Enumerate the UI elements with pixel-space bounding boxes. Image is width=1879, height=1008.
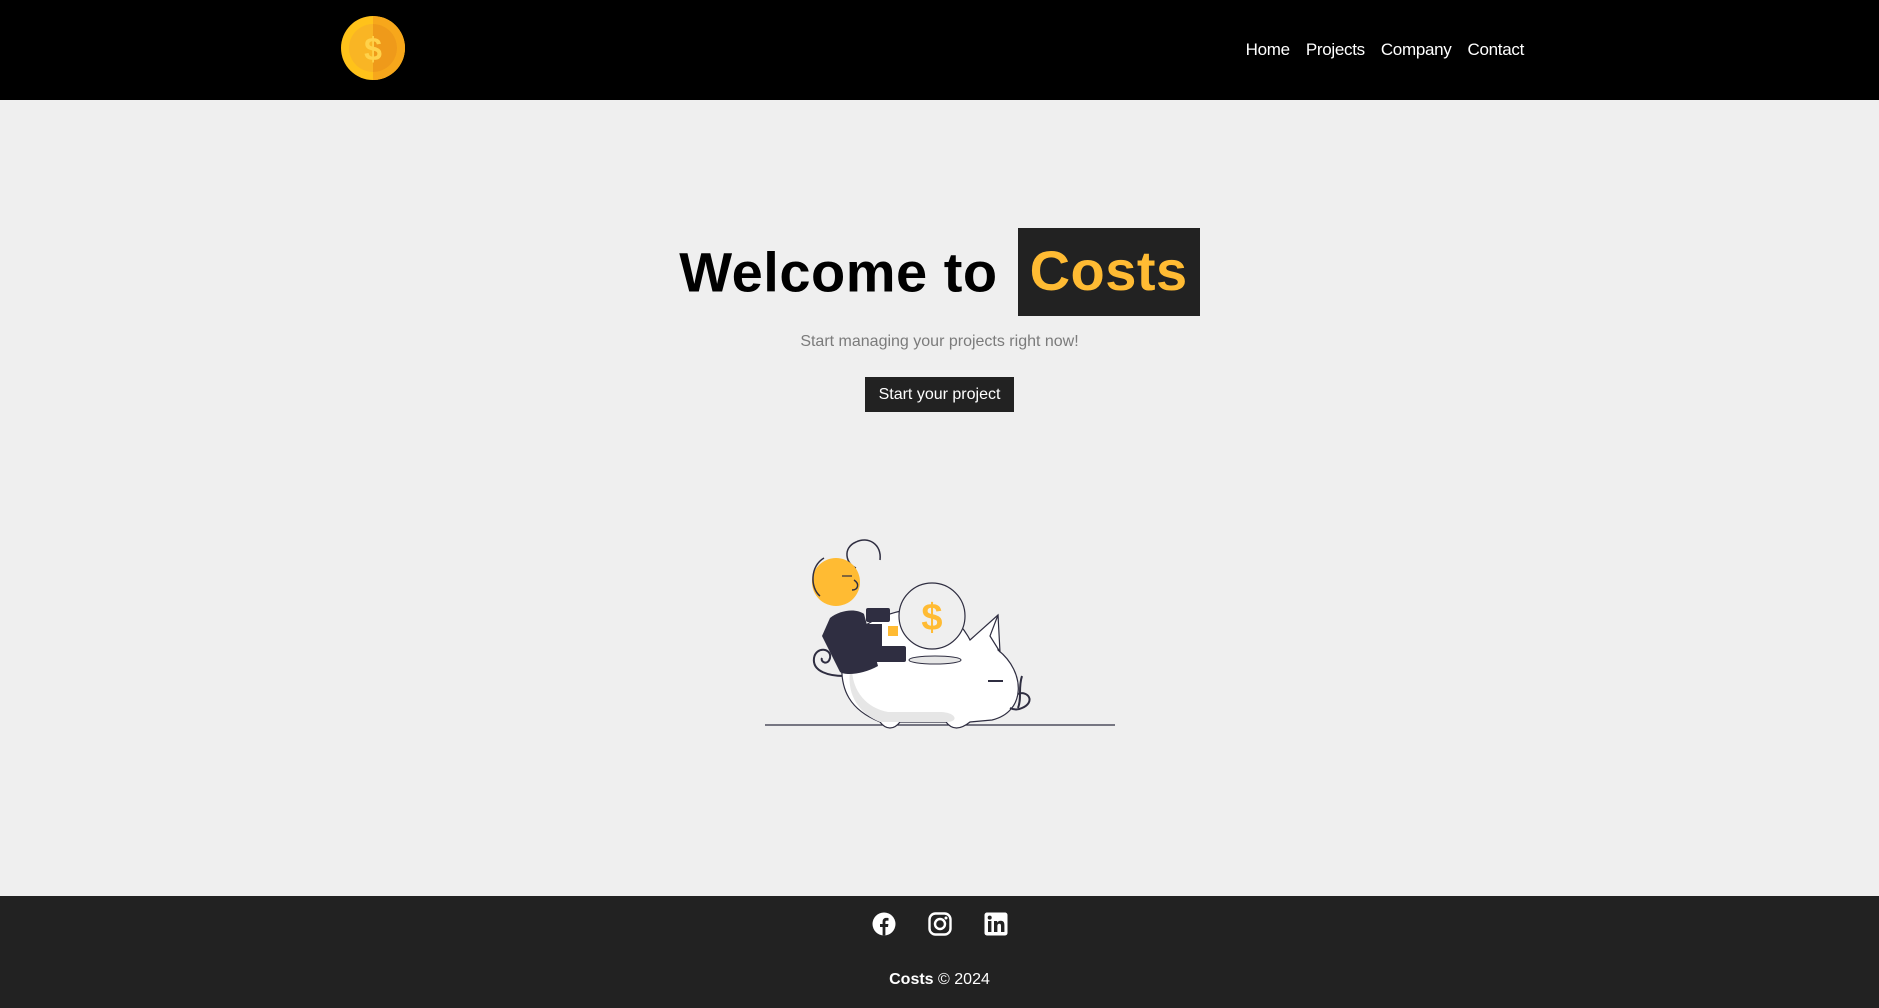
dollar-coin-icon: $: [341, 16, 405, 80]
navbar: $ Home Projects Company Contact: [0, 0, 1879, 100]
nav-item-company: Company: [1381, 40, 1452, 60]
social-links: [0, 912, 1879, 936]
linkedin-icon: [984, 912, 1007, 936]
nav-link-projects[interactable]: Projects: [1306, 40, 1365, 59]
hero-subtitle: Start managing your projects right now!: [800, 333, 1079, 350]
nav-link-company[interactable]: Company: [1381, 40, 1452, 59]
svg-text:$: $: [364, 31, 382, 67]
hero-title: Welcome to Costs: [0, 228, 1879, 316]
hero-title-prefix: Welcome to: [679, 240, 998, 304]
facebook-icon: [872, 912, 895, 936]
copyright-brand: Costs: [889, 971, 934, 988]
svg-text:$: $: [921, 597, 942, 639]
nav-item-contact: Contact: [1468, 40, 1525, 60]
copyright: Costs © 2024: [0, 971, 1879, 989]
footer: Costs © 2024: [0, 896, 1879, 1008]
nav-link-contact[interactable]: Contact: [1468, 40, 1525, 59]
nav-menu: Home Projects Company Contact: [1246, 0, 1525, 100]
copyright-text: © 2024: [938, 971, 990, 988]
instagram-link[interactable]: [927, 912, 952, 936]
hero-title-brand: Costs: [1017, 228, 1200, 316]
linkedin-link[interactable]: [984, 912, 1008, 936]
logo-link[interactable]: $: [340, 15, 406, 81]
hero-section: Welcome to Costs Start managing your pro…: [0, 100, 1879, 896]
nav-link-home[interactable]: Home: [1246, 40, 1290, 59]
start-project-button[interactable]: Start your project: [865, 377, 1014, 412]
nav-item-projects: Projects: [1306, 40, 1365, 60]
facebook-link[interactable]: [872, 912, 896, 936]
instagram-icon: [927, 912, 952, 936]
piggy-bank-savings-illustration: $: [765, 539, 1115, 729]
nav-item-home: Home: [1246, 40, 1290, 60]
